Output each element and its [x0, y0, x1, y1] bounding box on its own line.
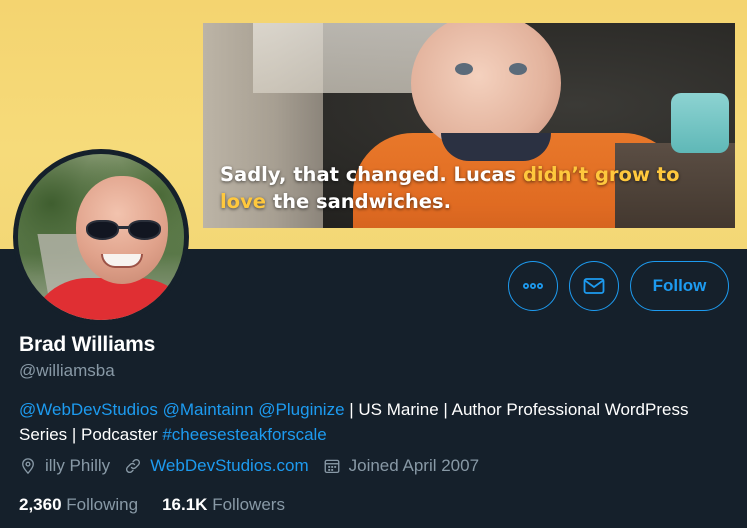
following-link[interactable]: 2,360 Following	[19, 495, 138, 515]
more-icon	[523, 282, 543, 289]
location-pin-icon	[22, 458, 34, 475]
bio-mention-maintainn[interactable]: @Maintainn	[163, 400, 254, 419]
joined-date: Joined April 2007	[323, 456, 479, 476]
profile-handle: @williamsba	[19, 361, 115, 380]
followers-link[interactable]: 16.1K Followers	[162, 495, 285, 515]
bio-mention-pluginize[interactable]: @Pluginize	[258, 400, 344, 419]
joined-text: Joined April 2007	[348, 456, 480, 475]
more-options-button[interactable]	[508, 261, 558, 311]
avatar[interactable]	[13, 149, 189, 325]
profile-name: Brad Williams	[19, 333, 156, 356]
link-icon	[126, 458, 141, 474]
message-button[interactable]	[569, 261, 619, 311]
website[interactable]: WebDevStudios.com	[124, 456, 309, 476]
profile-stats: 2,360 Following 16.1K Followers	[19, 495, 309, 515]
calendar-icon	[324, 459, 340, 474]
banner-caption: Sadly, that changed. Lucas didn’t grow t…	[220, 163, 680, 213]
location-text: illy Philly	[45, 456, 111, 475]
bio-hashtag[interactable]: #cheesesteakforscale	[162, 425, 326, 444]
bio-mention-webdevstudios[interactable]: @WebDevStudios	[19, 400, 158, 419]
location: illy Philly	[19, 456, 110, 476]
banner-photo: Sadly, that changed. Lucas didn’t grow t…	[203, 23, 735, 228]
avatar-photo	[18, 154, 184, 320]
following-count: 2,360	[19, 495, 62, 514]
profile-bio: @WebDevStudios @Maintainn @Pluginize | U…	[19, 397, 719, 447]
website-link[interactable]: WebDevStudios.com	[150, 456, 308, 476]
envelope-icon	[583, 278, 605, 294]
followers-count: 16.1K	[162, 495, 208, 514]
profile-meta: illy Philly WebDevStudios.com Joined Apr…	[19, 456, 493, 476]
followers-label: Followers	[212, 495, 285, 514]
following-label: Following	[66, 495, 139, 514]
follow-button[interactable]: Follow	[630, 261, 729, 311]
